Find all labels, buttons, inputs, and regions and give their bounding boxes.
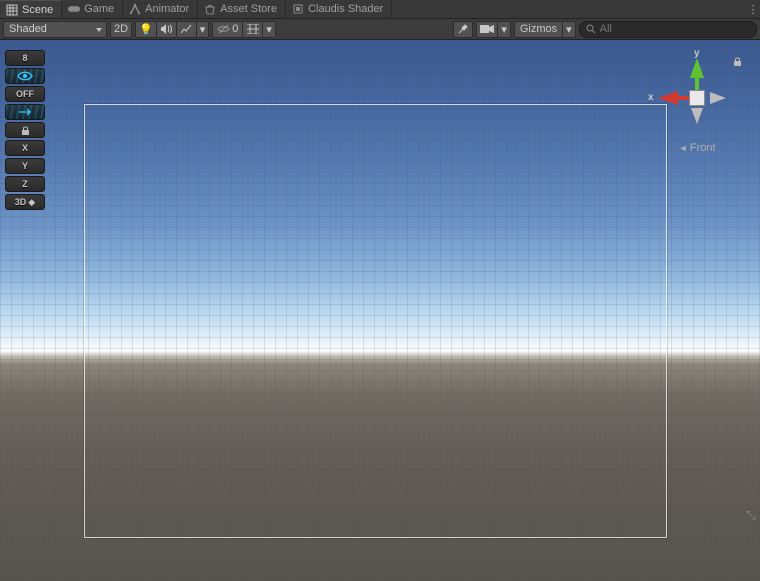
scene-overlay-stack: 8 OFF X Y Z 3D◆ (5, 50, 45, 210)
camera-icon (480, 24, 494, 34)
animator-icon (129, 3, 141, 15)
overlay-z-button[interactable]: Z (5, 176, 45, 192)
toggle-2d-button[interactable]: 2D (110, 21, 132, 38)
hidden-count: 0 (232, 23, 238, 35)
shading-mode-dropdown[interactable]: Shaded (3, 21, 107, 38)
lighting-toggle[interactable]: 💡 (135, 21, 156, 38)
tab-game[interactable]: Game (62, 0, 123, 18)
search-input[interactable] (600, 23, 750, 35)
overlay-label: X (22, 143, 28, 153)
tab-label: Animator (145, 3, 189, 15)
tab-label: Scene (22, 4, 53, 16)
overlay-lock-button[interactable] (5, 122, 45, 138)
gamepad-icon (68, 3, 80, 15)
scene-toolbar: Shaded 2D 💡 ▾ 0 ▾ ▾ Gizmos ▾ (0, 19, 760, 40)
camera-group: ▾ (476, 21, 511, 38)
gizmos-dropdown[interactable]: ▾ (562, 21, 576, 38)
overlay-move-button[interactable] (5, 104, 45, 120)
tab-label: Game (84, 3, 114, 15)
scene-icon (6, 4, 18, 16)
search-field[interactable] (579, 21, 757, 38)
overlay-layers-button[interactable]: 8 (5, 50, 45, 66)
eye-off-icon (217, 24, 230, 34)
overlay-label: Z (22, 179, 28, 189)
tab-scene[interactable]: Scene (0, 0, 62, 18)
gizmos-label: Gizmos (520, 23, 557, 35)
visibility-group: 0 ▾ (212, 21, 276, 38)
tab-animator[interactable]: Animator (123, 0, 198, 18)
overlay-visibility-button[interactable] (5, 68, 45, 84)
overlay-off-button[interactable]: OFF (5, 86, 45, 102)
view-options-group: 💡 ▾ (135, 21, 209, 38)
fx-toggle[interactable] (176, 21, 196, 38)
chevron-down-icon: ▾ (200, 23, 206, 36)
chevron-down-icon: ▾ (501, 23, 507, 36)
toggle-2d-label: 2D (114, 23, 128, 35)
overlay-label: 8 (22, 53, 27, 63)
shader-icon (292, 3, 304, 15)
hidden-objects-toggle[interactable]: 0 (212, 21, 242, 38)
grid-overlay (0, 40, 760, 581)
tab-custom-shader[interactable]: Claudis Shader (286, 0, 392, 18)
grid-toggle[interactable] (242, 21, 262, 38)
camera-button[interactable] (476, 21, 497, 38)
grid-dropdown[interactable]: ▾ (262, 21, 276, 38)
scene-viewport[interactable]: 8 OFF X Y Z 3D◆ y x Front ⤡ (0, 40, 760, 581)
chevron-down-icon: ▾ (266, 23, 272, 36)
tab-spacer (392, 0, 746, 18)
eye-icon (17, 71, 33, 81)
tab-asset-store[interactable]: Asset Store (198, 0, 286, 18)
audio-icon (160, 24, 172, 34)
gizmos-group: Gizmos ▾ (514, 21, 576, 38)
overlay-3d-button[interactable]: 3D◆ (5, 194, 45, 210)
tab-label: Asset Store (220, 3, 277, 15)
tools-icon (457, 23, 469, 35)
tools-button[interactable] (453, 21, 473, 38)
overlay-label: OFF (16, 89, 34, 99)
overlay-label: 3D (15, 197, 27, 207)
audio-toggle[interactable] (156, 21, 176, 38)
overlay-label: Y (22, 161, 28, 171)
fx-dropdown[interactable]: ▾ (196, 21, 210, 38)
camera-dropdown[interactable]: ▾ (497, 21, 511, 38)
store-icon (204, 3, 216, 15)
lock-icon (21, 125, 30, 136)
tab-bar: Scene Game Animator Asset Store Claudis … (0, 0, 760, 19)
gizmos-toggle[interactable]: Gizmos (514, 21, 562, 38)
grid-icon (247, 24, 259, 34)
search-icon (586, 24, 596, 34)
arrow-icon (17, 107, 33, 117)
tab-menu-button[interactable]: ⋮ (746, 0, 760, 18)
cube-icon: ◆ (28, 197, 35, 208)
overlay-x-button[interactable]: X (5, 140, 45, 156)
shading-mode-label: Shaded (9, 23, 47, 35)
tab-label: Claudis Shader (308, 3, 383, 15)
fx-icon (180, 24, 192, 34)
chevron-down-icon: ▾ (566, 23, 572, 36)
light-icon: 💡 (139, 23, 153, 36)
resize-handle-icon[interactable]: ⤡ (746, 508, 756, 523)
overlay-y-button[interactable]: Y (5, 158, 45, 174)
